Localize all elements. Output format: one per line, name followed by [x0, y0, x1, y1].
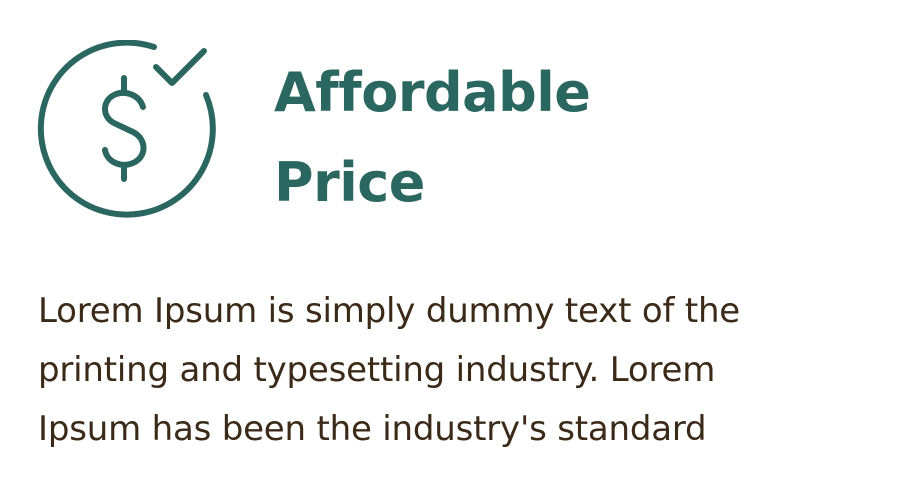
dollar-check-icon: [36, 40, 218, 222]
feature-title-line: Price: [274, 151, 425, 214]
feature-description: Lorem Ipsum is simply dummy text of the …: [38, 282, 858, 459]
feature-title: Affordable Price: [274, 48, 694, 228]
feature-card: Affordable Price Lorem Ipsum is simply d…: [0, 0, 902, 480]
feature-title-line: Affordable: [274, 61, 591, 124]
description-line: Lorem Ipsum is simply dummy text of the: [38, 291, 741, 331]
description-line: Ipsum has been the industry's standard: [38, 409, 707, 449]
description-line: printing and typesetting industry. Lorem: [38, 350, 716, 390]
